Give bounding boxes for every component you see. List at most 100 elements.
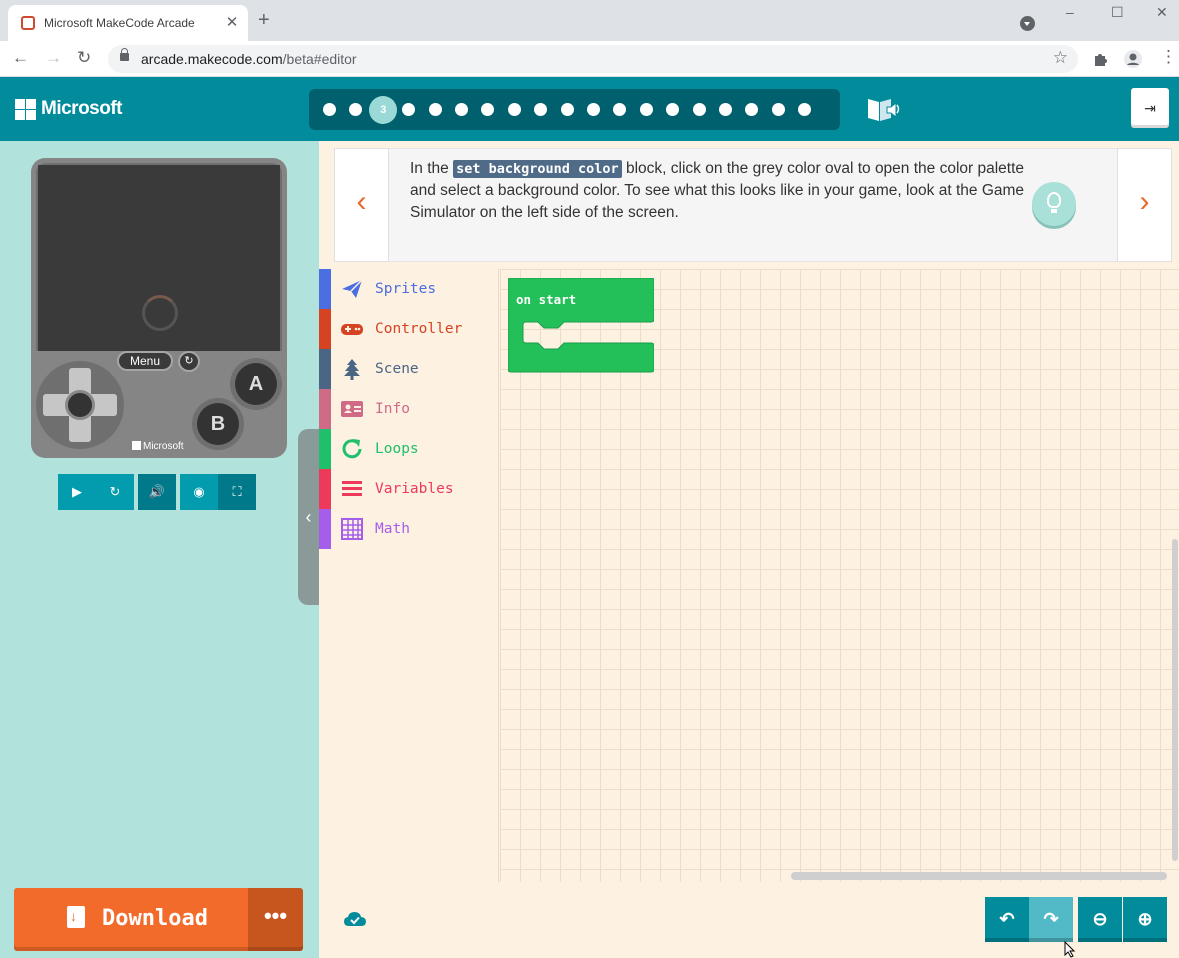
step-dot[interactable]: [428, 103, 442, 116]
tab-title: Microsoft MakeCode Arcade: [44, 16, 195, 30]
step-dot[interactable]: [639, 103, 653, 116]
hint-button[interactable]: [1032, 182, 1076, 226]
browser-tab[interactable]: Microsoft MakeCode Arcade ✕: [8, 5, 248, 41]
collapse-simulator-button[interactable]: ‹: [298, 429, 319, 605]
tutorial-code-highlight: set background color: [453, 160, 622, 178]
category-label: Variables: [375, 481, 454, 497]
previous-step-button[interactable]: ‹: [334, 148, 389, 262]
vertical-scrollbar[interactable]: [1172, 539, 1178, 861]
category-label: Scene: [375, 361, 419, 377]
mute-button[interactable]: 🔊: [138, 474, 176, 510]
blocks-canvas[interactable]: on start: [500, 269, 1179, 882]
step-dot-current[interactable]: 3: [369, 96, 398, 124]
mouse-cursor-icon: [1064, 941, 1076, 958]
horizontal-scrollbar[interactable]: [791, 872, 1167, 880]
id-card-icon: [341, 401, 363, 417]
browser-menu-kebab-icon[interactable]: ⋮: [1160, 47, 1177, 67]
dpad[interactable]: [36, 361, 124, 449]
profile-avatar-icon[interactable]: [1123, 49, 1143, 69]
step-dot[interactable]: [349, 103, 363, 116]
step-dot[interactable]: [798, 103, 812, 116]
a-button[interactable]: A: [230, 358, 282, 410]
step-dot[interactable]: [560, 103, 574, 116]
toolbox-category-math[interactable]: Math: [319, 509, 499, 549]
a-button-label: A: [235, 363, 277, 405]
forward-arrow-icon[interactable]: →: [45, 48, 62, 68]
toolbox-category-scene[interactable]: Scene: [319, 349, 499, 389]
tab-close-icon[interactable]: ✕: [224, 13, 240, 31]
reload-icon[interactable]: ↻: [77, 48, 91, 68]
download-more-button[interactable]: •••: [248, 888, 303, 951]
tab-search-icon[interactable]: [1020, 16, 1035, 31]
category-label: Sprites: [375, 281, 437, 297]
redo-button[interactable]: ↷: [1029, 897, 1073, 942]
tree-icon: [344, 359, 360, 380]
microsoft-logo-icon: [15, 99, 36, 120]
category-color-bar: [319, 389, 331, 429]
step-dot[interactable]: [323, 103, 336, 116]
step-dot[interactable]: [692, 103, 706, 116]
zoom-group: ⊖ ⊕: [1078, 897, 1167, 942]
toolbox-category-variables[interactable]: Variables: [319, 469, 499, 509]
step-dot[interactable]: [613, 103, 627, 116]
makecode-favicon-icon: [21, 16, 35, 30]
url-text: arcade.makecode.com/beta#editor: [141, 51, 357, 67]
screenshot-button[interactable]: ◉: [180, 474, 218, 510]
immersive-reader-icon[interactable]: [865, 95, 901, 123]
address-bar[interactable]: arcade.makecode.com/beta#editor ☆: [108, 45, 1078, 73]
loading-spinner-icon: [142, 295, 178, 331]
undo-button[interactable]: ↶: [985, 897, 1029, 942]
step-dot[interactable]: [534, 103, 548, 116]
cloud-saved-icon[interactable]: [343, 909, 367, 929]
maximize-button[interactable]: ☐: [1111, 4, 1124, 21]
zoom-in-button[interactable]: ⊕: [1123, 897, 1167, 942]
menu-button[interactable]: Menu: [117, 351, 173, 371]
console-reset-icon[interactable]: ↻: [178, 351, 200, 372]
tutorial-card: ‹ In the set background color block, cli…: [334, 148, 1172, 262]
undo-redo-group: ↶ ↷: [985, 897, 1074, 942]
bookmark-star-icon[interactable]: ☆: [1053, 48, 1068, 68]
exit-tutorial-button[interactable]: ⇥: [1131, 88, 1169, 128]
step-dot[interactable]: [719, 103, 732, 116]
joystick-center: [65, 390, 95, 420]
calculator-icon: [341, 518, 363, 540]
step-dot[interactable]: [402, 103, 416, 116]
category-color-bar: [319, 309, 331, 349]
toolbox-category-controller[interactable]: Controller: [319, 309, 499, 349]
step-dot[interactable]: [666, 103, 680, 116]
download-button[interactable]: Download: [14, 888, 248, 951]
new-tab-button[interactable]: +: [258, 9, 270, 32]
screen-bezel: [36, 163, 282, 351]
close-window-button[interactable]: ✕: [1156, 4, 1168, 21]
step-dot[interactable]: [455, 103, 468, 116]
category-label: Loops: [375, 441, 419, 457]
toolbox-category-info[interactable]: Info: [319, 389, 499, 429]
restart-button[interactable]: ↻: [96, 474, 134, 510]
lightbulb-icon: [1047, 192, 1061, 213]
category-color-bar: [319, 349, 331, 389]
fullscreen-button[interactable]: ⛶: [218, 474, 256, 510]
paper-plane-icon: [342, 279, 363, 298]
step-dot[interactable]: [507, 103, 521, 116]
step-dot[interactable]: [481, 103, 495, 116]
game-screen[interactable]: [38, 165, 280, 351]
minimize-button[interactable]: –: [1066, 4, 1074, 20]
step-dot[interactable]: [587, 103, 600, 116]
step-dot[interactable]: [771, 103, 785, 116]
download-file-icon: [67, 906, 85, 928]
category-color-bar: [319, 429, 331, 469]
next-step-button[interactable]: ›: [1117, 148, 1172, 262]
step-dot[interactable]: [745, 103, 759, 116]
b-button-label: B: [197, 403, 239, 445]
extensions-puzzle-icon[interactable]: [1093, 51, 1109, 67]
back-arrow-icon[interactable]: ←: [12, 48, 29, 68]
toolbox-category-sprites[interactable]: Sprites: [319, 269, 499, 309]
zoom-out-button[interactable]: ⊖: [1078, 897, 1122, 942]
category-color-bar: [319, 269, 331, 309]
simulator-panel: Menu ↻ A B Microsoft ▶ ↻ 🔊 ◉ ⛶ ‹ Downloa…: [0, 141, 319, 958]
b-button[interactable]: B: [192, 398, 244, 450]
toolbox-category-loops[interactable]: Loops: [319, 429, 499, 469]
play-button[interactable]: ▶: [58, 474, 96, 510]
gamepad-icon: [341, 324, 363, 335]
browser-tab-strip: Microsoft MakeCode Arcade ✕ + – ☐ ✕: [0, 0, 1179, 41]
